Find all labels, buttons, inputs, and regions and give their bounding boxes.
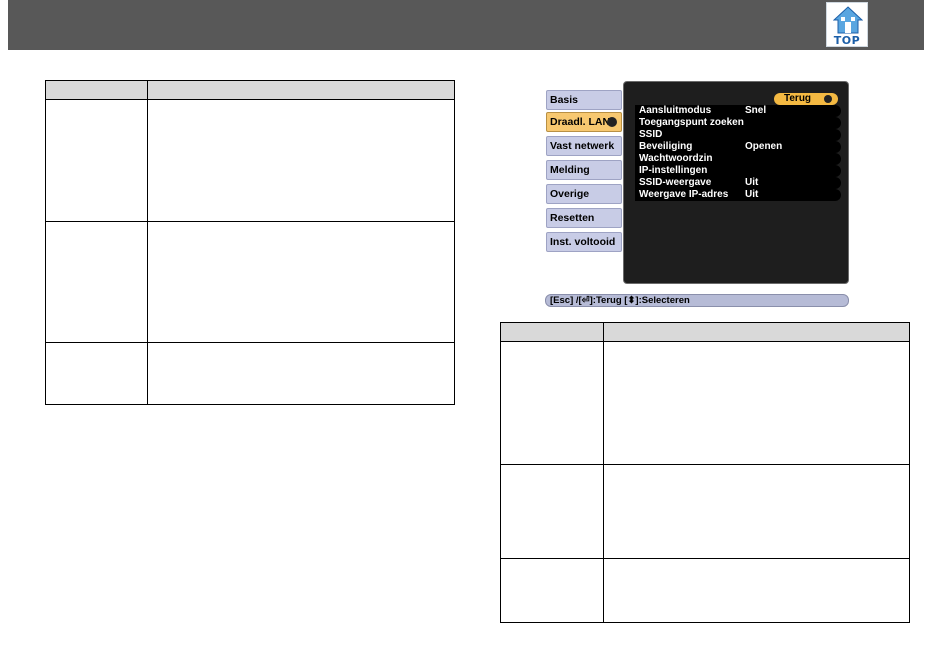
table-cell — [603, 464, 910, 559]
table-header-cell — [147, 80, 455, 100]
table-cell — [147, 99, 455, 222]
table-cell — [45, 221, 148, 343]
table-row — [45, 221, 455, 343]
osd-row-value: Uit — [745, 189, 759, 200]
osd-tab-basis[interactable]: Basis — [546, 90, 622, 110]
osd-tab-label: Basis — [550, 94, 579, 106]
table-cell — [147, 221, 455, 343]
settings-table-left — [45, 80, 455, 405]
osd-row-ssid-weergave[interactable]: SSID-weergave Uit — [635, 177, 841, 189]
table-row — [500, 341, 910, 465]
osd-row-weergave-ip-adres[interactable]: Weergave IP-adres Uit — [635, 189, 841, 201]
osd-row-ssid[interactable]: SSID — [635, 129, 841, 141]
osd-tab-label: Resetten — [550, 212, 595, 224]
osd-row-label: Wachtwoordzin — [639, 153, 713, 164]
table-cell — [500, 464, 604, 559]
osd-row-toegangspunt-zoeken[interactable]: Toegangspunt zoeken — [635, 117, 841, 129]
osd-row-value: Snel — [745, 105, 767, 116]
osd-row-label: IP-instellingen — [639, 165, 708, 176]
table-header-cell — [45, 80, 148, 100]
settings-table-right — [500, 322, 910, 623]
table-header-cell — [500, 322, 604, 342]
table-cell — [45, 99, 148, 222]
osd-row-label: SSID-weergave — [639, 177, 712, 188]
osd-tab-label: Vast netwerk — [550, 140, 615, 152]
table-header-row — [500, 322, 910, 342]
osd-row-label: SSID — [639, 129, 663, 140]
osd-tab-inst-voltooid[interactable]: Inst. voltooid — [546, 232, 622, 252]
osd-row-label: Toegangspunt zoeken — [639, 117, 744, 128]
enter-icon — [607, 117, 617, 127]
house-icon — [833, 6, 863, 34]
osd-status-bar: [Esc] /[⏎]:Terug [⬍]:Selecteren — [545, 294, 849, 307]
osd-tab-vast-netwerk[interactable]: Vast netwerk — [546, 136, 622, 156]
osd-tab-label: Draadl. LAN — [550, 116, 611, 128]
osd-tab-overige[interactable]: Overige — [546, 184, 622, 204]
osd-row-ip-instellingen[interactable]: IP-instellingen — [635, 165, 841, 177]
top-logo[interactable]: TOP — [826, 2, 868, 47]
table-row — [500, 558, 910, 623]
osd-back-label: Terug — [784, 93, 812, 104]
osd-tab-label: Melding — [550, 164, 590, 176]
osd-row-beveiliging[interactable]: Beveiliging Openen — [635, 141, 841, 153]
table-cell — [603, 341, 910, 465]
osd-row-value: Openen — [745, 141, 783, 152]
enter-icon — [824, 95, 832, 103]
table-cell — [45, 342, 148, 405]
osd-tab-list: Basis Draadl. LAN Vast netwerk Melding O… — [545, 81, 623, 284]
header-bar — [8, 0, 924, 50]
osd-tab-label: Inst. voltooid — [550, 236, 616, 248]
osd-row-value: Uit — [745, 177, 759, 188]
osd-settings-panel: Terug Aansluitmodus Snel Toegangspunt zoe… — [623, 81, 849, 284]
osd-row-wachtwoordzin[interactable]: Wachtwoordzin — [635, 153, 841, 165]
osd-back-button[interactable]: Terug — [774, 93, 838, 105]
osd-row-label: Beveiliging — [639, 141, 693, 152]
osd-row-label: Aansluitmodus — [639, 105, 712, 116]
table-row — [45, 342, 455, 405]
table-row — [45, 99, 455, 222]
osd-tab-resetten[interactable]: Resetten — [546, 208, 622, 228]
osd-menu: Basis Draadl. LAN Vast netwerk Melding O… — [545, 81, 849, 284]
osd-tab-draadl-lan[interactable]: Draadl. LAN — [546, 112, 622, 132]
table-header-row — [45, 80, 455, 100]
table-cell — [603, 558, 910, 623]
osd-row-aansluitmodus[interactable]: Aansluitmodus Snel — [635, 105, 841, 117]
osd-row-label: Weergave IP-adres — [639, 189, 729, 200]
table-cell — [500, 341, 604, 465]
osd-tab-melding[interactable]: Melding — [546, 160, 622, 180]
table-cell — [147, 342, 455, 405]
table-row — [500, 464, 910, 559]
table-cell — [500, 558, 604, 623]
top-logo-text: TOP — [833, 34, 861, 47]
osd-tab-label: Overige — [550, 188, 590, 200]
table-header-cell — [603, 322, 910, 342]
